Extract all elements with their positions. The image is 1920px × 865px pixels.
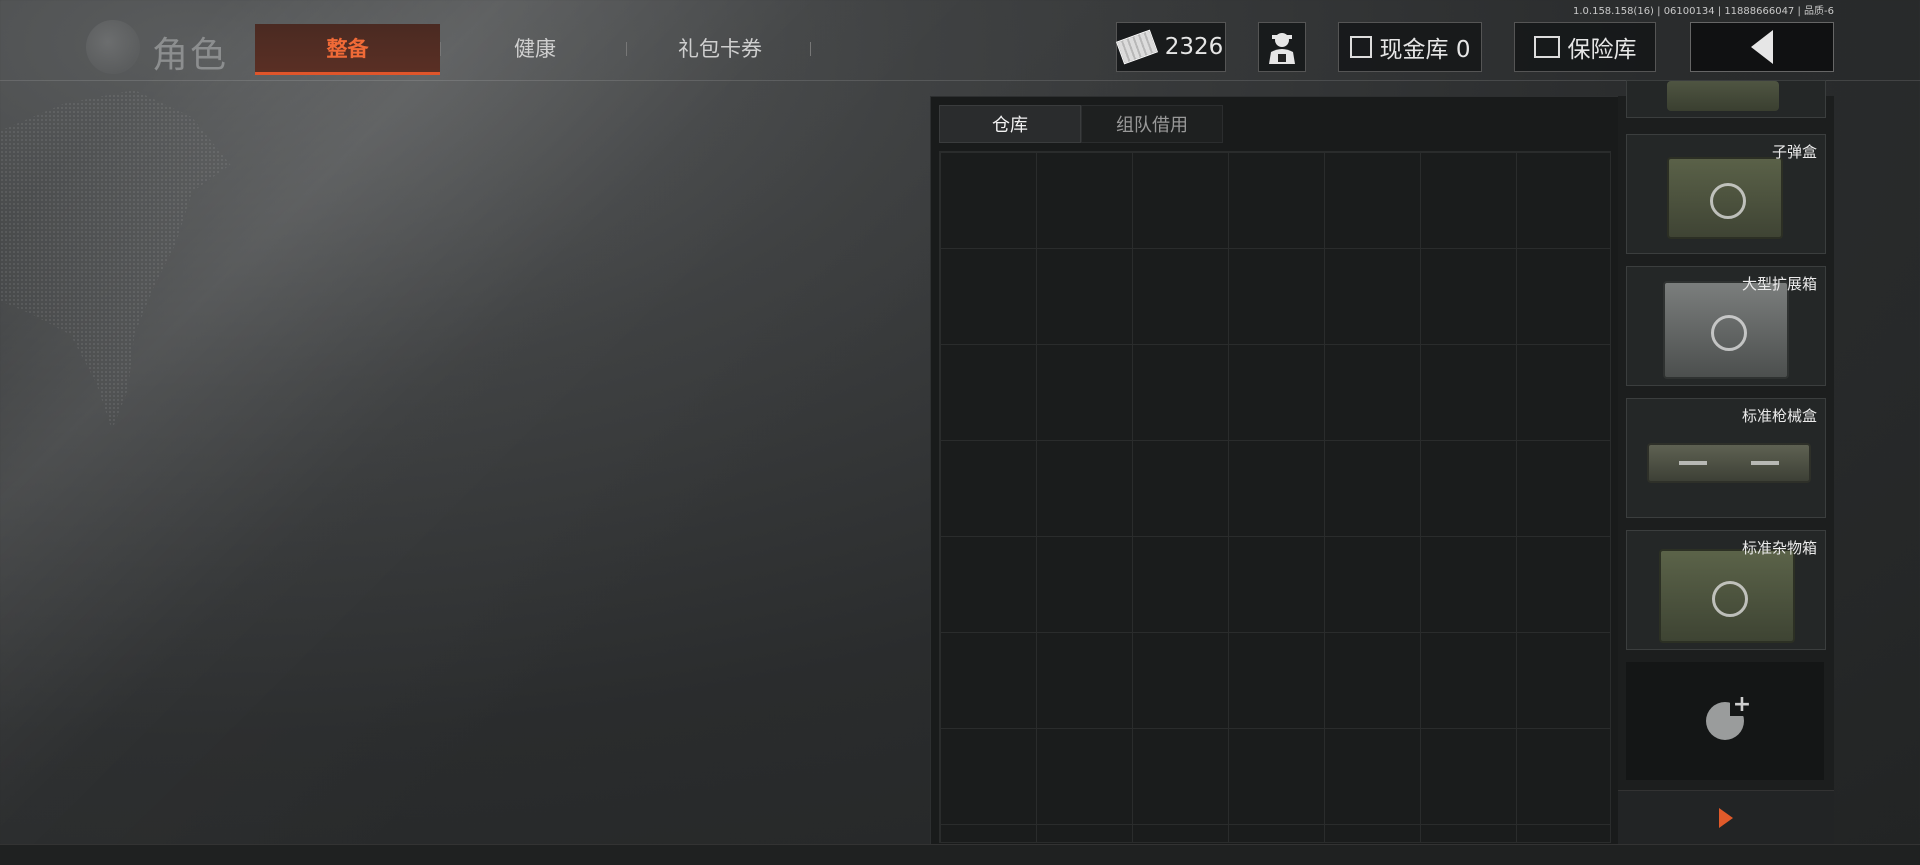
container-slot-ammo-box[interactable]: 子弹盒 xyxy=(1626,134,1826,254)
add-container-button[interactable]: + xyxy=(1626,662,1824,780)
container-box-icon xyxy=(1667,81,1779,111)
cash-display[interactable]: 2326 xyxy=(1115,22,1226,72)
tab-label: 礼包卡券 xyxy=(678,37,762,61)
back-arrow-icon xyxy=(1751,30,1773,64)
container-label: 子弹盒 xyxy=(1771,143,1817,161)
container-sidebar: 子弹盒 大型扩展箱 标准枪械盒 标准杂物箱 + xyxy=(1618,80,1834,845)
tab-health[interactable]: 健康 xyxy=(460,24,610,72)
safe-label: 保险库 xyxy=(1567,37,1637,63)
back-button[interactable] xyxy=(1690,22,1834,72)
page-title: 角色 xyxy=(152,35,229,76)
ammo-box-icon xyxy=(1667,157,1783,239)
container-slot-misc-case[interactable]: 标准杂物箱 xyxy=(1626,530,1826,650)
misc-case-icon xyxy=(1659,549,1795,643)
globe-emblem-icon xyxy=(86,20,140,74)
play-arrow-icon xyxy=(1719,808,1733,828)
soldier-avatar-icon xyxy=(1269,33,1295,64)
emblem-icon xyxy=(1712,581,1748,617)
inventory-panel: 仓库 组队借用 xyxy=(930,96,1620,846)
gun-case-icon xyxy=(1647,443,1811,483)
cash-vault-label: 现金库 0 xyxy=(1379,37,1471,63)
tab-divider xyxy=(440,42,441,56)
tab-divider xyxy=(810,42,811,56)
container-slot-gun-case[interactable]: 标准枪械盒 xyxy=(1626,398,1826,518)
cash-bundle-icon xyxy=(1115,29,1158,65)
bottom-bar xyxy=(0,844,1920,865)
merchant-button[interactable] xyxy=(1258,22,1306,72)
container-label: 标准杂物箱 xyxy=(1741,539,1817,557)
world-map-decoration xyxy=(0,90,231,430)
emblem-icon xyxy=(1710,183,1746,219)
wing-icon xyxy=(1679,461,1707,465)
gear-add-icon: + xyxy=(1706,692,1754,740)
tab-gift-vouchers[interactable]: 礼包卡券 xyxy=(640,24,800,72)
inventory-tabs: 仓库 组队借用 xyxy=(939,105,1223,143)
container-slot-large-expansion[interactable]: 大型扩展箱 xyxy=(1626,266,1826,386)
tab-team-borrow[interactable]: 组队借用 xyxy=(1081,105,1223,143)
cash-amount: 2326 xyxy=(1164,34,1224,60)
vault-card-icon xyxy=(1349,36,1372,58)
container-label: 标准枪械盒 xyxy=(1741,407,1817,425)
top-bar: 角色 整备 健康 礼包卡券 2326 现金库 0 保险库 xyxy=(0,14,1920,81)
tab-divider xyxy=(626,42,627,56)
tab-label: 健康 xyxy=(514,37,556,61)
container-slot-partial[interactable] xyxy=(1626,80,1826,118)
tab-label: 组队借用 xyxy=(1116,115,1188,136)
wing-icon xyxy=(1751,461,1779,465)
plus-icon: + xyxy=(1730,692,1754,717)
emblem-icon xyxy=(1711,315,1747,351)
container-label: 大型扩展箱 xyxy=(1741,275,1817,293)
safe-icon xyxy=(1533,36,1560,58)
safe-button[interactable]: 保险库 xyxy=(1514,22,1656,72)
inventory-grid[interactable] xyxy=(939,151,1611,843)
expand-button[interactable] xyxy=(1618,790,1834,845)
tab-label: 仓库 xyxy=(992,115,1028,136)
tab-loadout[interactable]: 整备 xyxy=(255,24,440,75)
large-expansion-case-icon xyxy=(1663,281,1789,379)
tab-warehouse[interactable]: 仓库 xyxy=(939,105,1081,143)
tab-label: 整备 xyxy=(326,37,369,61)
cash-vault-button[interactable]: 现金库 0 xyxy=(1338,22,1482,72)
